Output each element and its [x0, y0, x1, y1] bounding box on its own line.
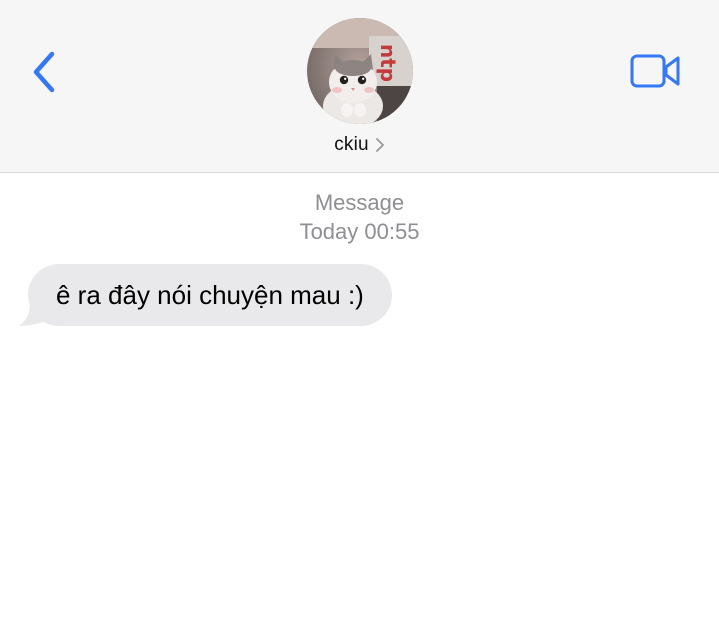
video-call-button[interactable]: [626, 48, 686, 94]
chevron-left-icon: [33, 51, 55, 93]
message-timestamp: Today 00:55: [299, 219, 420, 244]
message-text: ê ra đây nói chuyện mau :): [56, 279, 364, 310]
back-button[interactable]: [22, 46, 66, 98]
incoming-message[interactable]: ê ra đây nói chuyện mau :): [18, 264, 392, 326]
contact-name: ckiu: [334, 134, 369, 155]
thread-meta: Message Today 00:55: [0, 188, 719, 246]
message-bubble: ê ra đây nói chuyện mau :): [28, 264, 392, 326]
contact-name-button[interactable]: ckiu: [0, 132, 719, 158]
chevron-right-icon: [375, 137, 385, 153]
avatar-photo: ntp: [307, 18, 413, 124]
service-label: Message: [314, 190, 405, 215]
conversation-header: ntp ckiu: [0, 0, 719, 173]
video-camera-icon: [630, 54, 680, 88]
svg-text:ntp: ntp: [376, 44, 400, 82]
contact-avatar[interactable]: ntp: [307, 18, 413, 124]
messages-screen: ntp ckiu Message Today 00:55 ê ra đây nó…: [0, 0, 719, 620]
